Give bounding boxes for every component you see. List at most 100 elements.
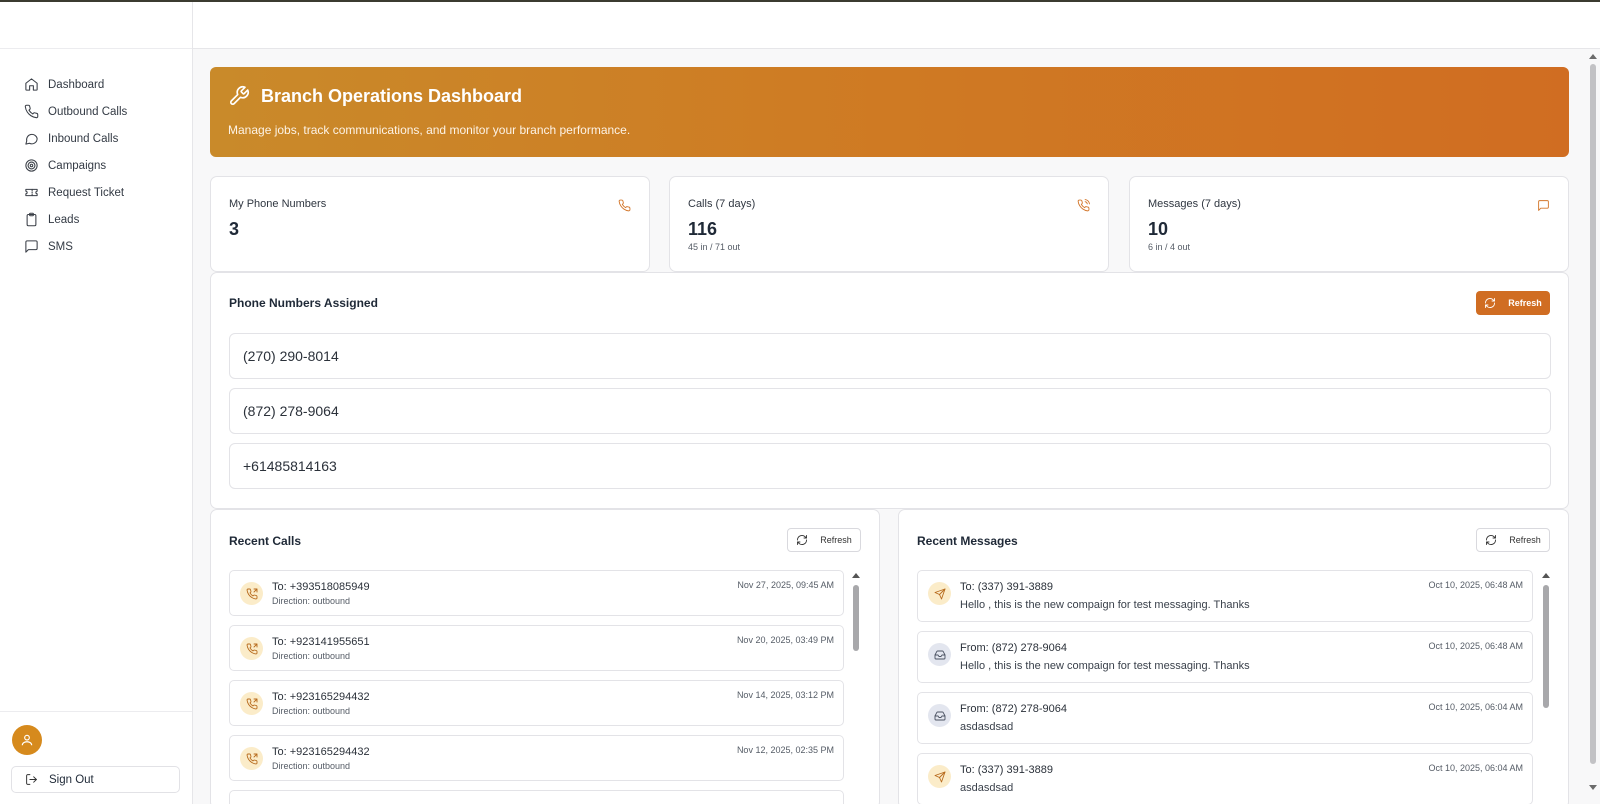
recent-messages-card: Recent Messages Refresh To: (337) 391-38… <box>898 509 1569 804</box>
message-timestamp: Oct 10, 2025, 06:04 AM <box>1428 763 1523 773</box>
list-item[interactable]: To: (337) 391-3889 Hello , this is the n… <box>917 570 1533 622</box>
refresh-icon <box>1485 298 1496 308</box>
section-title: Phone Numbers Assigned <box>229 296 378 310</box>
message-body: asdasdsad <box>960 721 1014 733</box>
section-title: Recent Calls <box>229 534 302 548</box>
avatar[interactable] <box>12 725 42 755</box>
target-icon <box>25 159 38 172</box>
message-party: From: (872) 278-9064 <box>960 703 1067 715</box>
sign-out-label: Sign Out <box>49 773 94 786</box>
refresh-label: Refresh <box>1509 535 1541 545</box>
sidebar-item-label: Inbound Calls <box>48 132 119 145</box>
sidebar-item-label: SMS <box>48 240 73 253</box>
stat-breakdown: 6 in / 4 out <box>1148 242 1191 252</box>
sidebar-item-campaigns[interactable]: Campaigns <box>0 152 192 179</box>
scroll-up-arrow[interactable] <box>1542 573 1550 578</box>
refresh-calls-button[interactable]: Refresh <box>787 528 861 552</box>
sidebar-item-sms[interactable]: SMS <box>0 233 192 260</box>
messages-scrollbar[interactable] <box>1541 573 1551 803</box>
message-party: To: (337) 391-3889 <box>960 764 1053 776</box>
stat-value: 3 <box>229 219 240 239</box>
stat-card-calls: Calls (7 days) 116 45 in / 71 out <box>669 176 1109 272</box>
sidebar-item-label: Request Ticket <box>48 186 125 199</box>
phone-number-row[interactable]: (872) 278-9064 <box>229 388 1551 434</box>
call-timestamp: Nov 14, 2025, 03:12 PM <box>736 690 834 700</box>
page-subtitle: Manage jobs, track communications, and m… <box>228 123 631 137</box>
wrench-icon <box>230 86 249 105</box>
scroll-up-arrow[interactable] <box>852 573 860 578</box>
sign-out-button[interactable]: Sign Out <box>11 766 180 793</box>
call-recipient: To: +923141955651 <box>272 636 370 648</box>
messages-scrollbar-thumb[interactable] <box>1543 585 1549 708</box>
stat-label: My Phone Numbers <box>229 198 327 210</box>
sidebar-footer: Sign Out <box>0 711 192 804</box>
list-item[interactable]: To: +923165294432 Direction: outbound No… <box>229 735 844 781</box>
list-item[interactable]: From: (872) 278-9064 Hello , this is the… <box>917 631 1533 683</box>
stat-value: 10 <box>1148 219 1169 239</box>
sidebar-item-dashboard[interactable]: Dashboard <box>0 71 192 98</box>
message-body: Hello , this is the new compaign for tes… <box>960 599 1250 611</box>
sidebar-item-label: Outbound Calls <box>48 105 128 118</box>
phone-number-row[interactable]: (270) 290-8014 <box>229 333 1551 379</box>
log-out-icon <box>26 774 37 785</box>
scroll-down-arrow[interactable] <box>1589 785 1597 790</box>
message-timestamp: Oct 10, 2025, 06:48 AM <box>1428 580 1523 590</box>
phone-call-icon <box>1077 199 1090 212</box>
ticket-icon <box>25 188 38 197</box>
phone-icon <box>24 104 39 119</box>
stat-card-messages: Messages (7 days) 10 6 in / 4 out <box>1129 176 1569 272</box>
sidebar-item-inbound-calls[interactable]: Inbound Calls <box>0 125 192 152</box>
sidebar-item-leads[interactable]: Leads <box>0 206 192 233</box>
outbound-call-icon <box>240 637 263 660</box>
calls-scrollbar[interactable] <box>851 573 861 803</box>
calls-scrollbar-thumb[interactable] <box>853 585 859 651</box>
page-scrollbar[interactable] <box>1586 50 1600 804</box>
outbound-call-icon <box>240 692 263 715</box>
inbox-icon <box>928 643 951 666</box>
list-item[interactable]: To: (337) 391-3889 asdasdsad Oct 10, 202… <box>917 753 1533 804</box>
section-title: Recent Messages <box>917 534 1018 548</box>
stat-breakdown: 45 in / 71 out <box>688 242 741 252</box>
stat-label: Calls (7 days) <box>688 198 756 210</box>
inbox-icon <box>928 704 951 727</box>
message-party: To: (337) 391-3889 <box>960 581 1053 593</box>
outbound-call-icon <box>240 747 263 770</box>
message-body: Hello , this is the new compaign for tes… <box>960 660 1250 672</box>
sidebar-item-request-ticket[interactable]: Request Ticket <box>0 179 192 206</box>
refresh-icon <box>797 535 808 545</box>
scroll-up-arrow[interactable] <box>1589 54 1597 59</box>
phone-icon <box>618 199 631 212</box>
sidebar-header <box>0 2 192 49</box>
call-direction: Direction: outbound <box>272 761 351 771</box>
stat-label: Messages (7 days) <box>1148 198 1241 210</box>
refresh-label: Refresh <box>820 535 852 545</box>
call-timestamp: Nov 20, 2025, 03:49 PM <box>736 635 834 645</box>
refresh-messages-button[interactable]: Refresh <box>1476 528 1550 552</box>
sidebar: Dashboard Outbound Calls Inbound Calls C… <box>0 2 193 804</box>
list-item[interactable]: To: +393518085949 Direction: outbound No… <box>229 570 844 616</box>
list-item[interactable]: To: +923165294432 Direction: outbound No… <box>229 680 844 726</box>
outbound-call-icon <box>240 582 263 605</box>
refresh-icon <box>1486 535 1497 545</box>
message-party: From: (872) 278-9064 <box>960 642 1067 654</box>
message-timestamp: Oct 10, 2025, 06:04 AM <box>1428 702 1523 712</box>
list-item[interactable] <box>229 790 844 804</box>
list-item[interactable]: To: +923141955651 Direction: outbound No… <box>229 625 844 671</box>
phone-number-row[interactable]: +61485814163 <box>229 443 1551 489</box>
page-scrollbar-thumb[interactable] <box>1590 64 1596 764</box>
send-icon <box>928 582 951 605</box>
sidebar-item-outbound-calls[interactable]: Outbound Calls <box>0 98 192 125</box>
message-square-icon <box>1538 200 1549 211</box>
message-square-icon <box>25 240 38 253</box>
phone-numbers-card: Phone Numbers Assigned Refresh (270) 290… <box>210 272 1569 509</box>
list-item[interactable]: From: (872) 278-9064 asdasdsad Oct 10, 2… <box>917 692 1533 744</box>
user-icon <box>21 734 33 746</box>
refresh-label: Refresh <box>1508 298 1542 308</box>
stat-value: 116 <box>688 219 718 239</box>
call-timestamp: Nov 12, 2025, 02:35 PM <box>736 745 834 755</box>
sidebar-item-label: Campaigns <box>48 159 107 172</box>
call-direction: Direction: outbound <box>272 596 351 606</box>
refresh-phones-button[interactable]: Refresh <box>1476 291 1550 315</box>
clipboard-icon <box>26 212 37 227</box>
sidebar-item-label: Leads <box>48 213 80 226</box>
